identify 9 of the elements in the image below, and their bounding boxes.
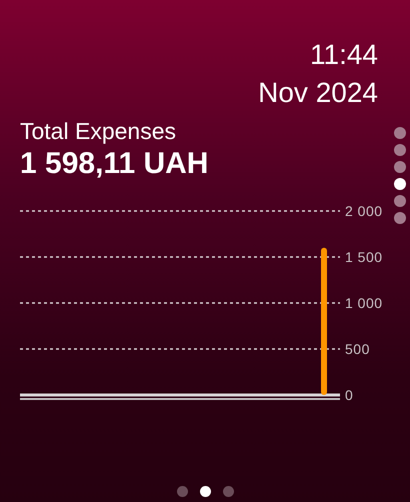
clock-time: 11:44 (310, 38, 378, 72)
y-axis-label: 0 (345, 387, 354, 403)
y-axis-label: 2 000 (345, 203, 383, 219)
y-axis-label: 500 (345, 341, 370, 357)
y-axis-label: 1 500 (345, 249, 383, 265)
y-axis-label: 1 000 (345, 295, 383, 311)
total-amount: 1 598,11 UAH (20, 146, 210, 182)
summary-label: Total Expenses (20, 117, 177, 146)
period-label: Nov 2024 (258, 76, 378, 110)
